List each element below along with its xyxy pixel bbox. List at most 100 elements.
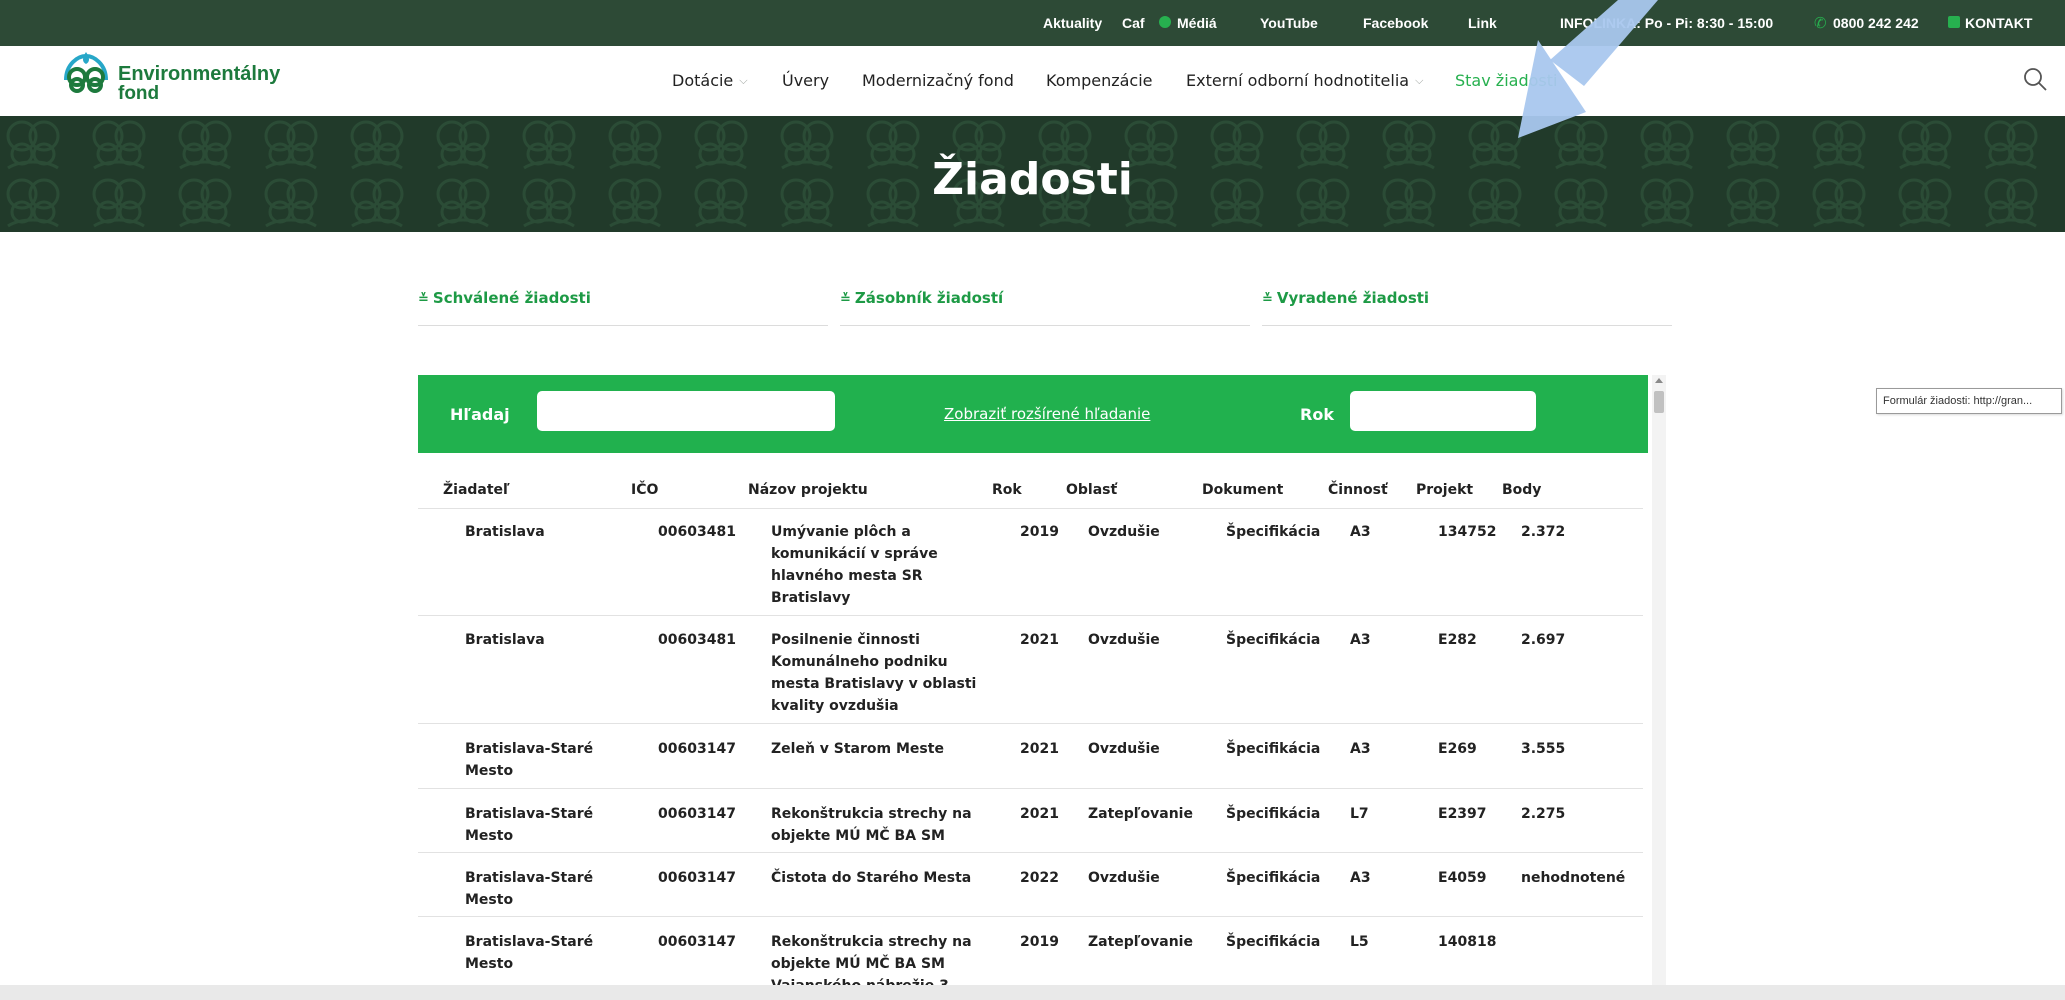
column-header-nazov-projektu[interactable]: Názov projektu [748,482,868,498]
logo-icon[interactable] [60,50,112,94]
cell-year: 2021 [1020,741,1059,757]
row-divider [418,788,1643,789]
cell-project: E4059 [1438,870,1487,886]
double-chevron-down-icon: ≚ [418,292,429,307]
column-header-oblast[interactable]: Oblasť [1066,482,1117,498]
double-chevron-down-icon: ≚ [840,292,851,307]
cell-project-name: Umývanie plôch a komunikácií v správe hl… [771,524,938,606]
search-icon[interactable] [2022,66,2048,92]
search-bar: Hľadaj Zobraziť rozšírené hľadanie Rok [418,375,1648,453]
cell-project-name: Rekonštrukcia strechy na objekte MÚ MČ B… [771,806,972,844]
topbar-link-media[interactable]: Médiá [1177,15,1217,31]
table-scrollbar[interactable] [1652,375,1666,1000]
cell-year: 2021 [1020,632,1059,648]
brand-name-line2[interactable]: fond [118,83,159,105]
column-header-body[interactable]: Body [1502,482,1541,498]
tab-label: Schválené žiadosti [432,289,591,307]
cell-activity: A3 [1350,870,1371,886]
nav-item-dotacie[interactable]: Dotácie ⌵ [672,71,748,90]
hero-banner: Žiadosti [0,116,2065,232]
cell-points: nehodnotené [1521,870,1626,886]
nav-item-kompenzacie[interactable]: Kompenzácie [1046,71,1153,90]
cell-year: 2022 [1020,870,1059,886]
cell-area: Zatepľovanie [1088,806,1193,822]
cell-project: E269 [1438,741,1477,757]
applications-panel: Hľadaj Zobraziť rozšírené hľadanie Rok Ž… [418,375,1648,1000]
cell-applicant: Bratislava [465,632,545,648]
column-header-dokument[interactable]: Dokument [1202,482,1283,498]
media-icon [1159,16,1171,28]
cell-document[interactable]: Špecifikácia [1226,738,1320,760]
row-divider [418,916,1643,917]
cell-ico: 00603147 [658,934,736,950]
cell-activity: A3 [1350,741,1371,757]
cell-area: Ovzdušie [1088,870,1160,886]
page-title: Žiadosti [932,154,1133,205]
cell-ico: 00603481 [658,632,736,648]
cell-activity: A3 [1350,524,1371,540]
cell-document[interactable]: Špecifikácia [1226,803,1320,825]
nav-item-uvery[interactable]: Úvery [782,71,829,90]
scroll-up-icon[interactable] [1655,378,1663,383]
tab-schvalene-ziadosti[interactable]: ≚ Schválené žiadosti [418,288,828,326]
topbar-link-facebook[interactable]: Facebook [1363,15,1428,31]
column-header-rok[interactable]: Rok [992,482,1022,498]
cell-points: 2.275 [1521,806,1566,822]
row-divider [418,852,1643,853]
scrollbar-thumb[interactable] [1654,391,1664,413]
cell-ico: 00603147 [658,741,736,757]
cell-project: 134752 [1438,524,1497,540]
cell-area: Ovzdušie [1088,741,1160,757]
topbar-link-caf[interactable]: Caf [1122,15,1145,31]
cell-applicant: Bratislava [465,524,545,540]
phone-icon: ✆ [1814,14,1827,32]
column-header-cinnost[interactable]: Činnosť [1328,482,1388,498]
nav-item-label: Externí odborní hodnotitelia [1186,71,1410,90]
year-input[interactable] [1350,391,1536,431]
cell-document[interactable]: Špecifikácia [1226,931,1320,953]
column-header-ziadatel[interactable]: Žiadateľ [443,482,510,498]
cell-document[interactable]: Špecifikácia [1226,867,1320,889]
search-label: Hľadaj [450,405,510,424]
cell-activity: L5 [1350,934,1369,950]
cell-points: 2.372 [1521,524,1566,540]
double-chevron-down-icon: ≚ [1262,292,1273,307]
nav-item-label: Modernizačný fond [862,71,1014,90]
column-header-projekt[interactable]: Projekt [1416,482,1473,498]
top-utility-bar: Aktuality Caf Médiá YouTube Facebook Lin… [0,0,2065,46]
tab-label: Vyradené žiadosti [1276,289,1430,307]
cell-year: 2019 [1020,934,1059,950]
cell-ico: 00603147 [658,870,736,886]
cell-activity: A3 [1350,632,1371,648]
nav-item-modernizacny-fond[interactable]: Modernizačný fond [862,71,1014,90]
cell-ico: 00603481 [658,524,736,540]
topbar-contact[interactable]: KONTAKT [1965,15,2032,31]
nav-item-label: Kompenzácie [1046,71,1153,90]
nav-item-externi-hodnotitelia[interactable]: Externí odborní hodnotitelia ⌵ [1186,71,1423,90]
cell-year: 2019 [1020,524,1059,540]
cell-points: 3.555 [1521,741,1566,757]
row-divider [418,723,1643,724]
topbar-link-aktuality[interactable]: Aktuality [1043,15,1102,31]
cell-ico: 00603147 [658,806,736,822]
tab-zasobnik-ziadosti[interactable]: ≚ Zásobník žiadostí [840,288,1250,326]
search-input[interactable] [537,391,835,431]
cell-project: E282 [1438,632,1477,648]
tab-vyradene-ziadosti[interactable]: ≚ Vyradené žiadosti [1262,288,1672,326]
cell-area: Ovzdušie [1088,632,1160,648]
topbar-link-youtube[interactable]: YouTube [1260,15,1318,31]
topbar-phone[interactable]: 0800 242 242 [1833,15,1919,31]
cell-activity: L7 [1350,806,1369,822]
cell-document[interactable]: Špecifikácia [1226,629,1320,651]
page-horizontal-scrollbar[interactable] [0,985,2065,1000]
header-divider [418,508,1643,509]
cell-project: 140818 [1438,934,1497,950]
advanced-search-link[interactable]: Zobraziť rozšírené hľadanie [944,405,1150,423]
cell-document[interactable]: Špecifikácia [1226,521,1320,543]
cell-area: Ovzdušie [1088,524,1160,540]
cell-project-name: Čistota do Starého Mesta [771,870,972,886]
column-header-ico[interactable]: IČO [631,482,658,498]
link-tooltip: Formulár žiadosti: http://gran... [1876,388,2062,414]
cell-applicant: Bratislava-Staré Mesto [465,934,594,972]
cell-applicant: Bratislava-Staré Mesto [465,806,594,844]
